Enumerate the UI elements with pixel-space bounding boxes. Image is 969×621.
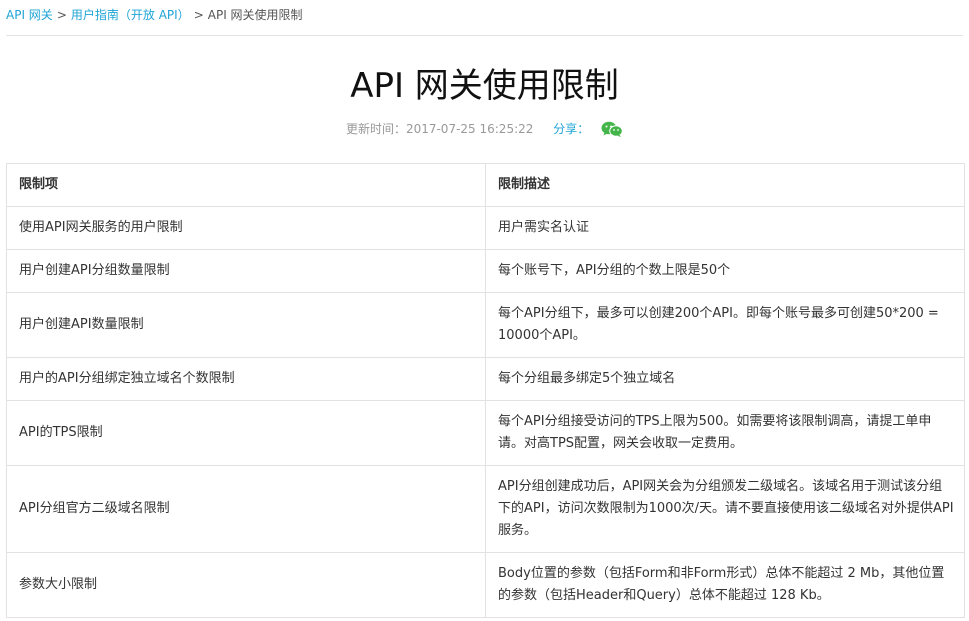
table-row: API分组官方二级域名限制 API分组创建成功后，API网关会为分组颁发二级域名… xyxy=(6,465,965,553)
breadcrumb-link-user-guide[interactable]: 用户指南（开放 API） xyxy=(71,8,190,22)
breadcrumb: API 网关 > 用户指南（开放 API） > API 网关使用限制 xyxy=(6,6,303,24)
limit-item-cell: API的TPS限制 xyxy=(6,400,486,466)
breadcrumb-current: API 网关使用限制 xyxy=(207,8,303,22)
column-header-limit-item: 限制项 xyxy=(6,163,486,207)
limit-description-cell: 用户需实名认证 xyxy=(485,206,965,250)
header-divider xyxy=(6,35,963,36)
column-header-limit-description: 限制描述 xyxy=(485,163,965,207)
article-meta: 更新时间：2017-07-25 16:25:22 分享： xyxy=(0,119,969,139)
table-row: API的TPS限制 每个API分组接受访问的TPS上限为500。如需要将该限制调… xyxy=(6,400,965,466)
updated-timestamp: 更新时间：2017-07-25 16:25:22 xyxy=(345,122,534,136)
limit-description-cell: 每个API分组接受访问的TPS上限为500。如需要将该限制调高，请提工单申请。对… xyxy=(485,400,965,466)
limit-item-cell: 用户创建API分组数量限制 xyxy=(6,249,486,293)
limit-description-cell: 每个API分组下，最多可以创建200个API。即每个账号最多可创建50*200 … xyxy=(485,292,965,358)
page-title: API 网关使用限制 xyxy=(350,66,619,106)
limit-description-cell: 每个分组最多绑定5个独立域名 xyxy=(485,357,965,401)
limit-item-cell: 用户的API分组绑定独立域名个数限制 xyxy=(6,357,486,401)
table-row: 使用API网关服务的用户限制 用户需实名认证 xyxy=(6,206,965,250)
wechat-icon[interactable] xyxy=(601,121,623,137)
limit-item-cell: 用户创建API数量限制 xyxy=(6,292,486,358)
limit-description-cell: API分组创建成功后，API网关会为分组颁发二级域名。该域名用于测试该分组下的A… xyxy=(485,465,965,553)
table-row: 用户创建API数量限制 每个API分组下，最多可以创建200个API。即每个账号… xyxy=(6,292,965,358)
table-row: 用户的API分组绑定独立域名个数限制 每个分组最多绑定5个独立域名 xyxy=(6,357,965,401)
limits-table: 限制项 限制描述 使用API网关服务的用户限制 用户需实名认证 用户创建API分… xyxy=(6,163,965,618)
table-row: 参数大小限制 Body位置的参数（包括Form和非Form形式）总体不能超过 2… xyxy=(6,552,965,618)
limit-description-cell: Body位置的参数（包括Form和非Form形式）总体不能超过 2 Mb，其他位… xyxy=(485,552,965,618)
limit-description-cell: 每个账号下，API分组的个数上限是50个 xyxy=(485,249,965,293)
breadcrumb-separator: > xyxy=(193,8,204,22)
limit-item-cell: API分组官方二级域名限制 xyxy=(6,465,486,553)
share-label: 分享： xyxy=(553,122,590,136)
breadcrumb-separator: > xyxy=(56,8,67,22)
table-header-row: 限制项 限制描述 xyxy=(6,163,965,207)
limit-item-cell: 参数大小限制 xyxy=(6,552,486,618)
table-row: 用户创建API分组数量限制 每个账号下，API分组的个数上限是50个 xyxy=(6,249,965,293)
breadcrumb-link-api-gateway[interactable]: API 网关 xyxy=(6,8,53,22)
limit-item-cell: 使用API网关服务的用户限制 xyxy=(6,206,486,250)
